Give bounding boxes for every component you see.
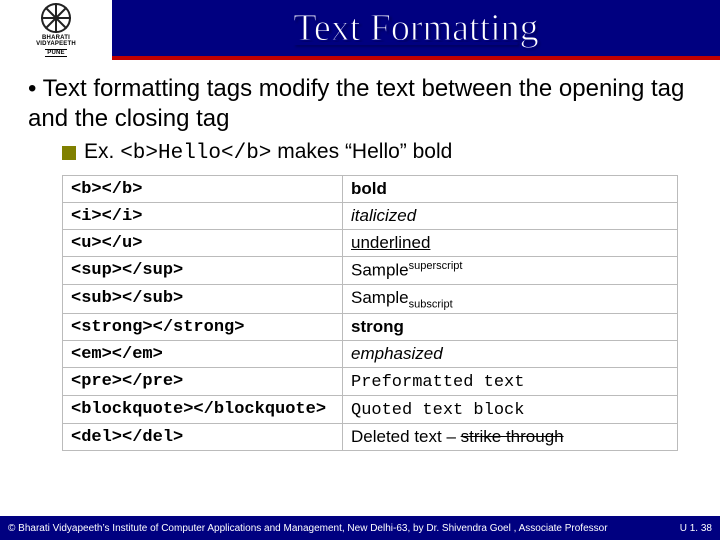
logo: BHARATI VIDYAPEETH PUNE: [0, 0, 112, 60]
tag-cell: <strong></strong>: [63, 314, 343, 341]
desc-cell: underlined: [343, 230, 678, 257]
tag-cell: <u></u>: [63, 230, 343, 257]
table-row: <i></i>italicized: [63, 203, 678, 230]
desc-cell: strong: [343, 314, 678, 341]
slide-title: Text Formatting: [293, 6, 538, 50]
desc-cell: Deleted text – strike through: [343, 424, 678, 451]
tag-cell: <sup></sup>: [63, 257, 343, 285]
bullet-level-1: Text formatting tags modify the text bet…: [28, 74, 692, 134]
table-row: <b></b>bold: [63, 176, 678, 203]
table-row: <em></em>emphasized: [63, 341, 678, 368]
ex-prefix: Ex.: [84, 140, 120, 163]
logo-text-3: PUNE: [45, 49, 66, 58]
table-row: <strong></strong>strong: [63, 314, 678, 341]
slide-title-wrap: Text Formatting: [112, 0, 720, 56]
desc-cell: bold: [343, 176, 678, 203]
table-row: <pre></pre>Preformatted text: [63, 368, 678, 396]
footer: © Bharati Vidyapeeth’s Institute of Comp…: [0, 516, 720, 540]
desc-cell: Quoted text block: [343, 396, 678, 424]
tag-cell: <del></del>: [63, 424, 343, 451]
desc-cell: emphasized: [343, 341, 678, 368]
tag-cell: <em></em>: [63, 341, 343, 368]
desc-cell: Samplesubscript: [343, 284, 678, 313]
table-row: <blockquote></blockquote>Quoted text blo…: [63, 396, 678, 424]
header: BHARATI VIDYAPEETH PUNE Text Formatting: [0, 0, 720, 60]
tag-cell: <sub></sub>: [63, 284, 343, 313]
desc-cell: Samplesuperscript: [343, 257, 678, 285]
wheel-icon: [41, 3, 71, 33]
bullet-level-2: Ex. <b>Hello</b> makes “Hello” bold: [62, 140, 692, 165]
tag-cell: <i></i>: [63, 203, 343, 230]
bullet-icon: [62, 146, 76, 160]
table-row: <u></u>underlined: [63, 230, 678, 257]
table-row: <sup></sup>Samplesuperscript: [63, 257, 678, 285]
logo-text-1: BHARATI: [42, 35, 70, 42]
footer-left: © Bharati Vidyapeeth’s Institute of Comp…: [8, 523, 608, 534]
tag-cell: <pre></pre>: [63, 368, 343, 396]
content: Text formatting tags modify the text bet…: [0, 60, 720, 451]
tag-cell: <blockquote></blockquote>: [63, 396, 343, 424]
ex-code: <b>Hello</b>: [120, 142, 271, 165]
bullet2-text: Ex. <b>Hello</b> makes “Hello” bold: [84, 140, 452, 165]
logo-text-2: VIDYAPEETH: [36, 41, 76, 48]
formatting-table: <b></b>bold<i></i>italicized<u></u>under…: [62, 175, 678, 451]
table-row: <sub></sub>Samplesubscript: [63, 284, 678, 313]
footer-right: U 1. 38: [680, 523, 712, 534]
tag-cell: <b></b>: [63, 176, 343, 203]
desc-cell: Preformatted text: [343, 368, 678, 396]
desc-cell: italicized: [343, 203, 678, 230]
table-row: <del></del>Deleted text – strike through: [63, 424, 678, 451]
ex-suffix: makes “Hello” bold: [271, 140, 452, 163]
slide: { "header": { "title": "Text Formatting"…: [0, 0, 720, 540]
